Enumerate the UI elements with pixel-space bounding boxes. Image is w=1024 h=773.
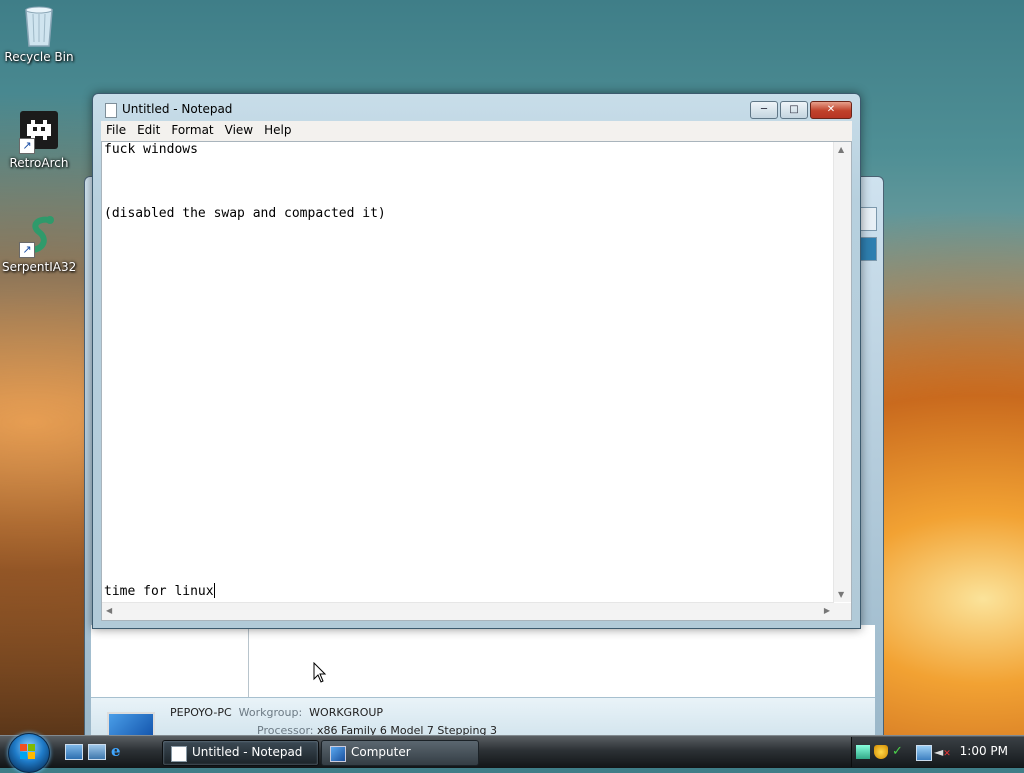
menu-format[interactable]: Format — [166, 121, 219, 140]
notepad-icon — [105, 103, 117, 118]
taskbar-button-label: Untitled - Notepad — [192, 745, 303, 759]
text-caret — [213, 583, 215, 598]
close-button[interactable]: ✕ — [810, 101, 852, 119]
desktop-icon-label: SerpentIA32 — [2, 260, 77, 274]
workgroup-label: Workgroup: — [238, 706, 303, 719]
window-title: Untitled - Notepad — [122, 102, 233, 116]
menu-file[interactable]: File — [101, 121, 132, 140]
maximize-button[interactable]: □ — [780, 101, 808, 119]
menu-edit[interactable]: Edit — [132, 121, 166, 140]
clock[interactable]: 1:00 PM — [960, 744, 1008, 758]
notepad-icon — [171, 746, 187, 762]
desktop-icon-serpent[interactable]: ↗ SerpentIA32 — [2, 214, 76, 274]
start-button[interactable] — [8, 733, 50, 773]
taskbar-button-notepad[interactable]: Untitled - Notepad — [162, 740, 319, 766]
menu-view[interactable]: View — [220, 121, 259, 140]
taskbar: e Untitled - Notepad Computer ✓ ◄✕ 1:00 … — [0, 733, 1024, 773]
computer-icon — [330, 746, 346, 762]
desktop-icon-retroarch[interactable]: ↗ RetroArch — [2, 110, 76, 170]
switch-windows-icon[interactable] — [88, 744, 106, 760]
vertical-scrollbar[interactable]: ▲ ▼ — [833, 142, 851, 602]
desktop-icon-recycle-bin[interactable]: Recycle Bin — [2, 4, 76, 64]
network-icon[interactable] — [856, 745, 870, 759]
text-line-content: time for linux — [104, 584, 214, 599]
volume-muted-icon[interactable]: ◄✕ — [934, 745, 951, 759]
computer-name: PEPOYO-PC — [170, 706, 232, 719]
computer-content-pane — [91, 625, 875, 697]
desktop-icon-label: Recycle Bin — [4, 50, 74, 64]
shortcut-arrow-icon: ↗ — [19, 138, 35, 154]
caption-buttons: ─ □ ✕ — [748, 101, 852, 119]
scroll-right-icon[interactable]: ▶ — [824, 606, 830, 615]
divider — [248, 627, 249, 697]
desktop: { "desktop": { "icons": [ {"label": "Rec… — [0, 0, 1024, 773]
text-editor[interactable]: fuck windows (disabled the swap and comp… — [101, 141, 852, 621]
scroll-down-icon[interactable]: ▼ — [838, 590, 844, 599]
serpent-icon: ↗ — [19, 214, 59, 259]
notification-area: ✓ ◄✕ 1:00 PM — [851, 737, 1024, 767]
checkmark-icon[interactable]: ✓ — [892, 745, 906, 759]
text-line: fuck windows — [104, 142, 198, 157]
scroll-up-icon[interactable]: ▲ — [838, 145, 844, 154]
show-desktop-icon[interactable] — [65, 744, 83, 760]
details-row-name: PEPOYO-PC Workgroup: WORKGROUP — [170, 706, 383, 719]
internet-explorer-icon[interactable]: e — [111, 744, 127, 759]
shortcut-arrow-icon: ↗ — [19, 242, 35, 258]
horizontal-scrollbar[interactable]: ◀ ▶ — [102, 602, 834, 620]
text-line: (disabled the swap and compacted it) — [104, 206, 386, 221]
network-status-icon[interactable] — [916, 745, 932, 761]
workgroup-value: WORKGROUP — [309, 706, 384, 719]
scroll-left-icon[interactable]: ◀ — [106, 606, 112, 615]
text-line-last: time for linux — [104, 583, 215, 599]
taskbar-button-label: Computer — [351, 745, 411, 759]
windows-logo-icon — [20, 744, 36, 760]
security-shield-icon[interactable] — [874, 745, 888, 759]
minimize-button[interactable]: ─ — [750, 101, 778, 119]
recycle-bin-icon — [19, 4, 59, 48]
resize-grip-icon[interactable] — [834, 603, 851, 620]
taskbar-button-computer[interactable]: Computer — [321, 740, 479, 766]
menu-bar: File Edit Format View Help — [101, 121, 852, 142]
mouse-pointer-icon — [313, 662, 327, 683]
menu-help[interactable]: Help — [259, 121, 297, 140]
title-bar[interactable]: Untitled - Notepad ─ □ ✕ — [93, 94, 860, 122]
desktop-icon-label: RetroArch — [9, 156, 69, 170]
retroarch-icon: ↗ — [19, 110, 59, 154]
notepad-window[interactable]: Untitled - Notepad ─ □ ✕ File Edit Format V… — [92, 93, 861, 629]
